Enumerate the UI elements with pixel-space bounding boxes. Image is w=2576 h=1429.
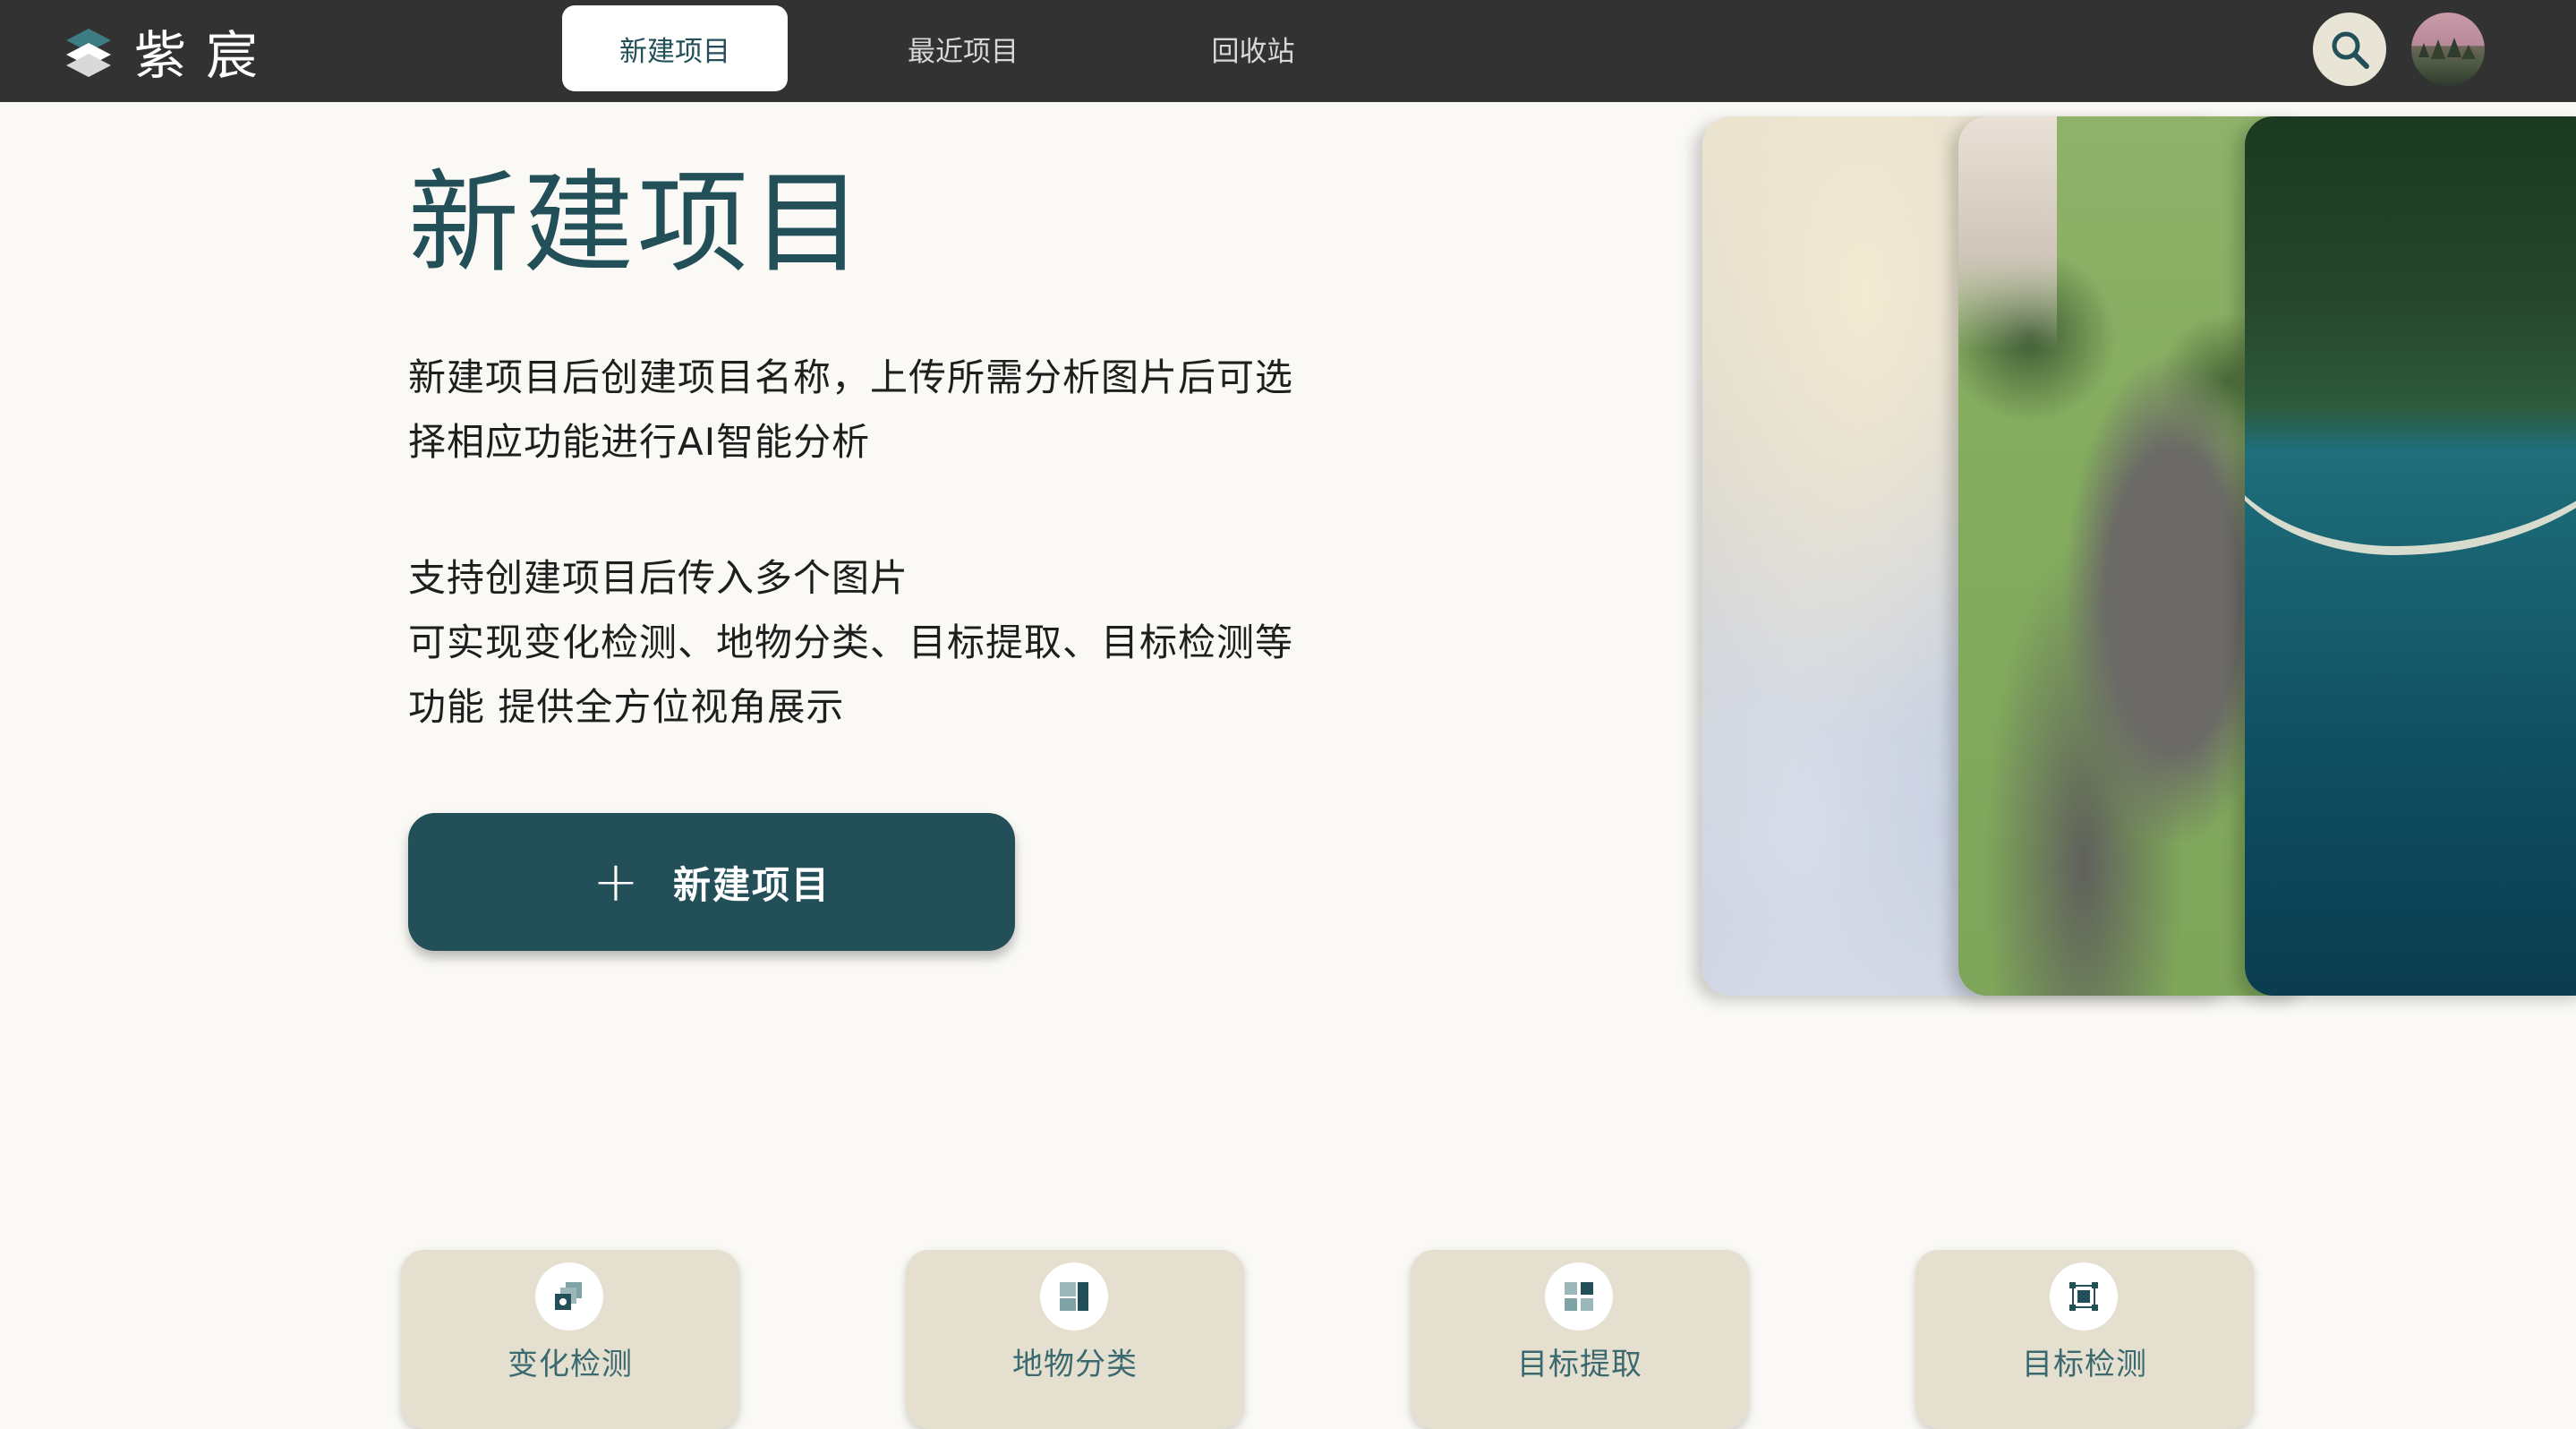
create-project-button[interactable]: + 新建项目 xyxy=(408,813,1015,951)
snow-area xyxy=(1958,116,2057,349)
user-avatar[interactable] xyxy=(2411,13,2485,86)
feature-label: 变化检测 xyxy=(508,1347,633,1382)
description-line: 功能 提供全方位视角展示 xyxy=(408,685,845,729)
description-paragraph-2: 支持创建项目后传入多个图片 可实现变化检测、地物分类、目标提取、目标检测等 功能… xyxy=(408,546,1321,740)
create-project-label: 新建项目 xyxy=(672,862,831,907)
plus-icon: + xyxy=(593,849,639,914)
feature-label: 目标提取 xyxy=(1517,1347,1642,1382)
feature-label: 地物分类 xyxy=(1012,1347,1138,1382)
description-line: 支持创建项目后传入多个图片 xyxy=(408,556,909,600)
feature-label: 目标检测 xyxy=(2022,1347,2147,1382)
tab-new-project[interactable]: 新建项目 xyxy=(562,5,788,91)
brand-logo-icon xyxy=(66,29,111,77)
shoreline-road xyxy=(2245,224,2576,555)
search-button[interactable] xyxy=(2313,13,2386,86)
feature-card-target-detection[interactable]: 目标检测 xyxy=(1915,1250,2254,1429)
brand[interactable]: 紫宸 xyxy=(61,20,277,86)
description-line: 可实现变化检测、地物分类、目标提取、目标检测等 xyxy=(408,620,1294,664)
change-detection-icon xyxy=(535,1262,603,1331)
description-line: 择相应功能进行AI智能分析 xyxy=(408,420,871,464)
description-paragraph-1: 新建项目后创建项目名称，上传所需分析图片后可选 择相应功能进行AI智能分析 xyxy=(408,346,1321,475)
feature-card-target-extraction[interactable]: 目标提取 xyxy=(1411,1250,1749,1429)
avatar-image xyxy=(2418,38,2476,59)
feature-card-change-detection[interactable]: 变化检测 xyxy=(401,1250,739,1429)
brand-name: 紫宸 xyxy=(134,25,278,86)
description-line: 新建项目后创建项目名称，上传所需分析图片后可选 xyxy=(408,355,1294,399)
page-title: 新建项目 xyxy=(408,159,867,288)
target-detection-icon xyxy=(2050,1262,2118,1331)
target-extraction-icon xyxy=(1545,1262,1613,1331)
top-navigation-bar: 紫宸 新建项目 最近项目 回收站 xyxy=(0,0,2576,102)
tab-recent-projects[interactable]: 最近项目 xyxy=(850,5,1076,91)
feature-card-land-classification[interactable]: 地物分类 xyxy=(906,1250,1244,1429)
tab-recycle-bin[interactable]: 回收站 xyxy=(1140,5,1366,91)
satellite-image-forest-lake xyxy=(2245,116,2576,996)
land-classification-icon xyxy=(1040,1262,1108,1331)
search-icon xyxy=(2332,31,2369,69)
